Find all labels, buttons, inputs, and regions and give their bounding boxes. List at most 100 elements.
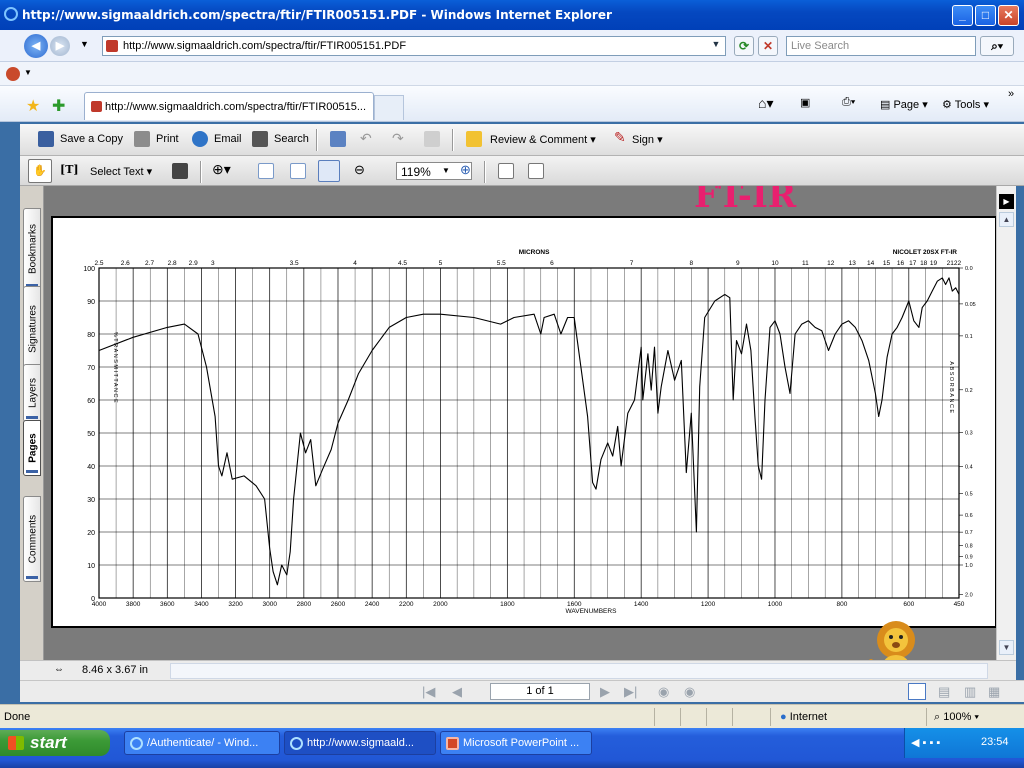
search-input[interactable]: Live Search	[786, 36, 976, 56]
security-zone[interactable]: ● Internet	[780, 711, 827, 723]
chevron-down-icon[interactable]: ▼	[442, 166, 450, 175]
top-tick-label: 12	[827, 260, 835, 267]
taskbar-item[interactable]: Microsoft PowerPoint ...	[440, 731, 592, 755]
search-button[interactable]: Search	[274, 133, 309, 145]
top-tick-label: 18	[920, 260, 928, 267]
select-text-button[interactable]: Select Text ▾	[90, 165, 152, 178]
print-icon[interactable]: ⎙▾	[842, 96, 855, 109]
spellcheck-icon[interactable]	[330, 131, 346, 147]
y-tick-label: 20	[87, 530, 95, 537]
vertical-scrollbar[interactable]: ▶ ▲ ▼	[996, 186, 1016, 660]
address-bar: ◀ ▶ ▼ http://www.sigmaaldrich.com/spectr…	[0, 30, 1024, 62]
search-button[interactable]: ⌕▾	[980, 36, 1014, 56]
top-tick-label: 11	[802, 260, 809, 267]
toolbar-separator	[200, 161, 202, 183]
tab-label: http://www.sigmaaldrich.com/spectra/ftir…	[105, 101, 367, 113]
url-field[interactable]: http://www.sigmaaldrich.com/spectra/ftir…	[102, 36, 726, 56]
hand-tool-button[interactable]: ✋	[28, 159, 52, 183]
close-button[interactable]: ✕	[998, 5, 1019, 26]
taskbar-item[interactable]: http://www.sigmaald...	[284, 731, 436, 755]
scroll-down-icon[interactable]: ▼	[999, 640, 1014, 655]
rotate-counter-icon[interactable]	[528, 163, 544, 179]
resize-icon[interactable]: ⇔	[54, 664, 64, 675]
new-tab-button[interactable]	[374, 95, 404, 120]
tab-pages[interactable]: Pages	[23, 420, 41, 476]
continuous-facing-button[interactable]: ▦	[988, 684, 1000, 700]
add-favorite-icon[interactable]: ✚	[52, 96, 65, 116]
zoom-plus-icon[interactable]: ⊕	[460, 162, 471, 178]
redo-icon[interactable]: ↷	[392, 130, 404, 147]
history-dropdown-icon[interactable]: ▼	[80, 39, 89, 49]
x-axis-label: WAVENUMBERS	[566, 608, 618, 615]
site-favicon-icon	[91, 101, 102, 112]
x-tick-label: 1000	[768, 601, 783, 608]
panel-expand-icon[interactable]: ▶	[999, 194, 1014, 209]
email-button[interactable]: Email	[214, 133, 242, 145]
single-page-button[interactable]	[908, 683, 926, 700]
page-number-field[interactable]: 1 of 1	[490, 683, 590, 700]
taskbar-item-label: /Authenticate/ - Wind...	[147, 737, 259, 749]
tab-comments-label: Comments	[27, 514, 39, 564]
top-tick-label: 3.5	[290, 260, 299, 267]
tray-icons[interactable]: ◀ ▪ ▪ ▪	[911, 736, 940, 749]
tab-bookmarks[interactable]: Bookmarks	[23, 208, 41, 290]
continuous-button[interactable]: ▤	[938, 684, 950, 700]
y-tick-label: 70	[87, 365, 95, 372]
facing-button[interactable]: ▥	[964, 684, 976, 700]
top-tick-label: 9	[736, 260, 740, 267]
fit-width-button[interactable]	[318, 160, 340, 182]
back-button[interactable]: ◀	[24, 34, 48, 58]
chevron-down-icon[interactable]: ▼	[709, 39, 723, 53]
toolbar-separator	[484, 161, 486, 183]
print-button[interactable]: Print	[156, 133, 179, 145]
ftir-spectrum-chart: 10090807060504030201004000 3800 3600 3400 32…	[83, 249, 975, 615]
zoom-in-icon[interactable]: ⊕▾	[212, 161, 231, 178]
forward-button[interactable]: ▶	[50, 36, 70, 56]
x-tick-label: 3600	[160, 601, 175, 608]
tools-menu[interactable]: ⚙ Tools ▾	[942, 98, 989, 111]
start-button[interactable]: start	[0, 730, 110, 756]
next-view-icon[interactable]: ◉	[684, 684, 695, 700]
magnifier-icon: ⌕	[934, 711, 941, 723]
zoom-control[interactable]: ⌕ 100% ▾	[934, 711, 979, 724]
scroll-up-icon[interactable]: ▲	[999, 212, 1014, 227]
snapshot-icon[interactable]	[172, 163, 188, 179]
horizontal-scrollbar[interactable]	[170, 663, 988, 679]
stop-button[interactable]: ✕	[758, 36, 778, 56]
y-axis-label: %TRANSMITTANCE	[112, 332, 118, 404]
copy-icon[interactable]	[424, 131, 440, 147]
favorites-star-icon[interactable]: ★	[26, 96, 40, 116]
feeds-icon[interactable]: ▣	[800, 96, 810, 109]
absorbance-tick-label: 0.8	[965, 544, 973, 550]
actual-size-button[interactable]	[258, 163, 274, 179]
home-icon[interactable]: ⌂▾	[758, 95, 773, 112]
zone-label: Internet	[789, 711, 828, 723]
more-chevron-icon[interactable]: »	[1008, 88, 1014, 100]
chevron-down-icon[interactable]: ▼	[24, 68, 32, 77]
zoom-out-icon[interactable]: ⊖	[354, 162, 365, 178]
refresh-button[interactable]: ⟳	[734, 36, 754, 56]
sign-button[interactable]: Sign ▾	[632, 133, 663, 146]
previous-page-icon[interactable]: ◀	[452, 684, 462, 700]
rotate-icon[interactable]	[498, 163, 514, 179]
tab-current[interactable]: http://www.sigmaaldrich.com/spectra/ftir…	[84, 92, 374, 120]
page-menu[interactable]: ▤ Page ▾	[880, 98, 928, 111]
toolbar-icon[interactable]	[6, 67, 20, 81]
minimize-button[interactable]: _	[952, 5, 973, 26]
first-page-icon[interactable]: |◀	[422, 684, 435, 700]
undo-icon[interactable]: ↶	[360, 130, 372, 147]
review-comment-button[interactable]: Review & Comment ▾	[490, 133, 596, 146]
top-tick-label: 4.5	[398, 260, 407, 267]
x-tick-label: 4000	[92, 601, 107, 608]
next-page-icon[interactable]: ▶	[600, 684, 610, 700]
maximize-button[interactable]: □	[975, 5, 996, 26]
absorbance-tick-label: 0.1	[965, 334, 973, 340]
x-tick-label: 2400	[365, 601, 380, 608]
save-copy-button[interactable]: Save a Copy	[60, 133, 123, 145]
top-tick-label: 3	[211, 260, 215, 267]
tab-comments[interactable]: Comments	[23, 496, 41, 582]
fit-page-button[interactable]	[290, 163, 306, 179]
previous-view-icon[interactable]: ◉	[658, 684, 669, 700]
last-page-icon[interactable]: ▶|	[624, 684, 637, 700]
taskbar-item[interactable]: /Authenticate/ - Wind...	[124, 731, 280, 755]
